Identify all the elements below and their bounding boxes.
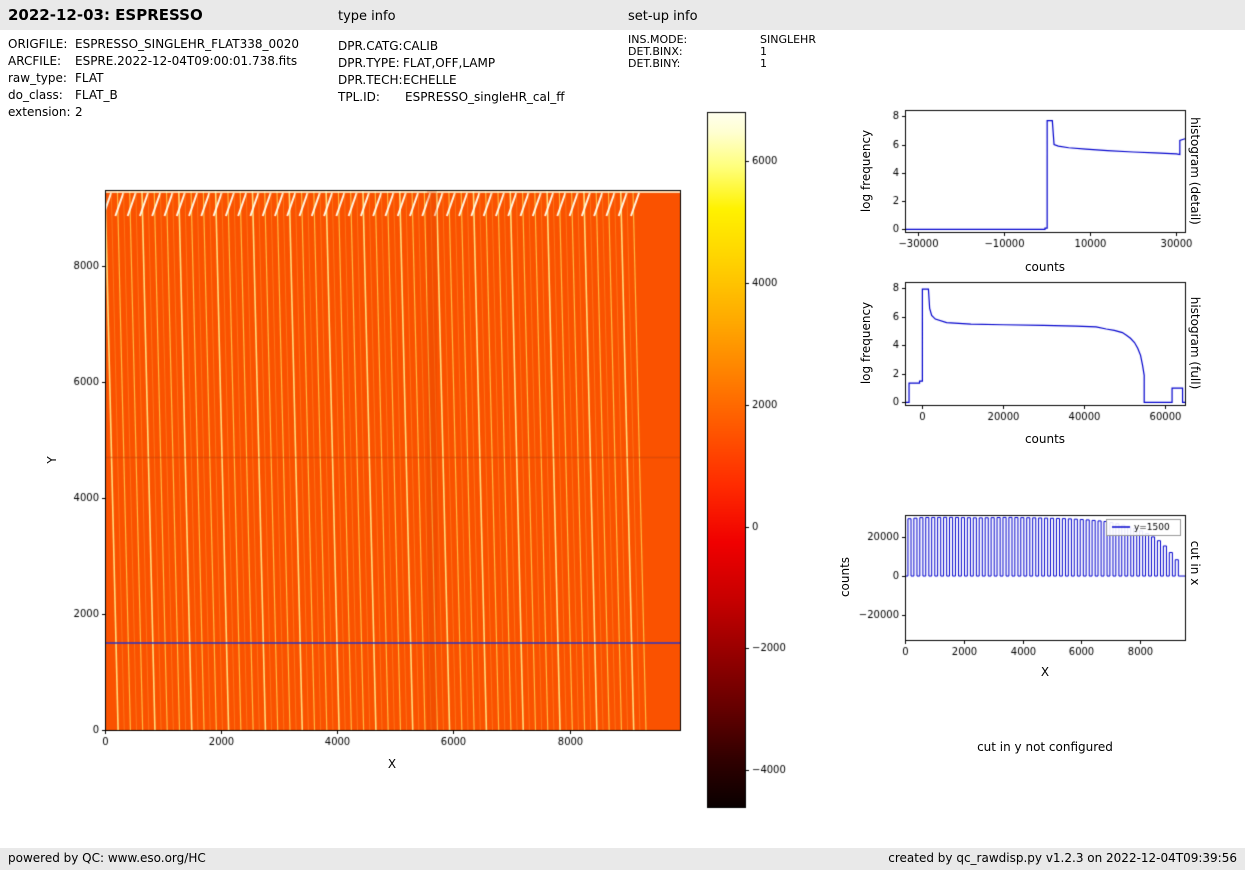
qc-report-page: 2022-12-03: ESPRESSO type info set-up in… xyxy=(0,0,1245,870)
page-title: 2022-12-03: ESPRESSO xyxy=(8,6,203,24)
cut-x-x-axis-label: X xyxy=(1040,665,1050,679)
main-y-axis-label: Y xyxy=(45,456,59,464)
info-label: extension: xyxy=(8,105,71,119)
type-info-row: DPR.TECH:ECHELLE xyxy=(338,72,564,89)
info-value: FLAT xyxy=(75,71,104,85)
info-label: raw_type: xyxy=(8,71,67,85)
setup-info-block: INS.MODE: SINGLEHR DET.BINX: 1 DET.BINY: 1 xyxy=(628,34,816,70)
hist-detail-x-axis-label: counts xyxy=(1024,260,1066,274)
info-label: do_class: xyxy=(8,88,63,102)
type-info-heading: type info xyxy=(338,9,396,24)
cut-y-note: cut in y not configured xyxy=(977,740,1113,754)
hist-full-x-axis-label: counts xyxy=(1024,432,1066,446)
cut-x-right-label: cut in x xyxy=(1188,540,1202,586)
info-value: ESPRESSO_SINGLEHR_FLAT338_0020 xyxy=(75,37,300,51)
info-label: ARCFILE: xyxy=(8,54,62,68)
file-info-row: ORIGFILE: ESPRESSO_SINGLEHR_FLAT338_0020 xyxy=(8,36,299,53)
file-info-row: extension: 2 xyxy=(8,104,299,121)
info-value: ESPRE.2022-12-04T09:00:01.738.fits xyxy=(75,54,298,68)
setup-info-heading: set-up info xyxy=(628,9,698,24)
main-x-axis-label: X xyxy=(387,757,397,771)
info-value: ECHELLE xyxy=(403,73,457,87)
hist-detail-y-axis-label: log frequency xyxy=(859,129,873,213)
hist-detail-right-label: histogram (detail) xyxy=(1188,117,1202,225)
info-value: 2 xyxy=(75,105,83,119)
info-label: DPR.TECH: xyxy=(338,73,403,87)
info-label: ORIGFILE: xyxy=(8,37,68,51)
info-value: SINGLEHR xyxy=(760,33,816,46)
info-value: FLAT,OFF,LAMP xyxy=(403,56,496,70)
file-info-row: raw_type: FLAT xyxy=(8,70,299,87)
info-value: CALIB xyxy=(403,39,439,53)
info-label: DET.BINY: xyxy=(628,57,681,70)
file-info-row: ARCFILE: ESPRE.2022-12-04T09:00:01.738.fi… xyxy=(8,53,299,70)
footer-bar: powered by QC: www.eso.org/HC created by… xyxy=(0,848,1245,870)
setup-info-row: DET.BINY: 1 xyxy=(628,58,816,70)
info-label: TPL.ID: xyxy=(338,90,380,104)
hist-full-right-label: histogram (full) xyxy=(1188,296,1202,390)
cut-x-y-axis-label: counts xyxy=(838,556,852,598)
type-info-row: TPL.ID: ESPRESSO_singleHR_cal_ff xyxy=(338,89,564,106)
file-info-row: do_class: FLAT_B xyxy=(8,87,299,104)
header-bar: 2022-12-03: ESPRESSO type info set-up in… xyxy=(0,0,1245,30)
info-value: FLAT_B xyxy=(75,88,118,102)
type-info-row: DPR.TYPE: FLAT,OFF,LAMP xyxy=(338,55,564,72)
info-label: DPR.CATG: xyxy=(338,39,403,53)
footer-right-text: created by qc_rawdisp.py v1.2.3 on 2022-… xyxy=(888,851,1237,865)
footer-left-text: powered by QC: www.eso.org/HC xyxy=(8,851,206,865)
type-info-row: DPR.CATG:CALIB xyxy=(338,38,564,55)
hist-full-y-axis-label: log frequency xyxy=(859,301,873,385)
file-info-block: ORIGFILE: ESPRESSO_SINGLEHR_FLAT338_0020 … xyxy=(8,36,299,121)
info-value: 1 xyxy=(760,57,767,70)
type-info-block: DPR.CATG:CALIB DPR.TYPE: FLAT,OFF,LAMP DP… xyxy=(338,38,564,106)
info-value: ESPRESSO_singleHR_cal_ff xyxy=(405,90,565,104)
info-label: DPR.TYPE: xyxy=(338,56,400,70)
